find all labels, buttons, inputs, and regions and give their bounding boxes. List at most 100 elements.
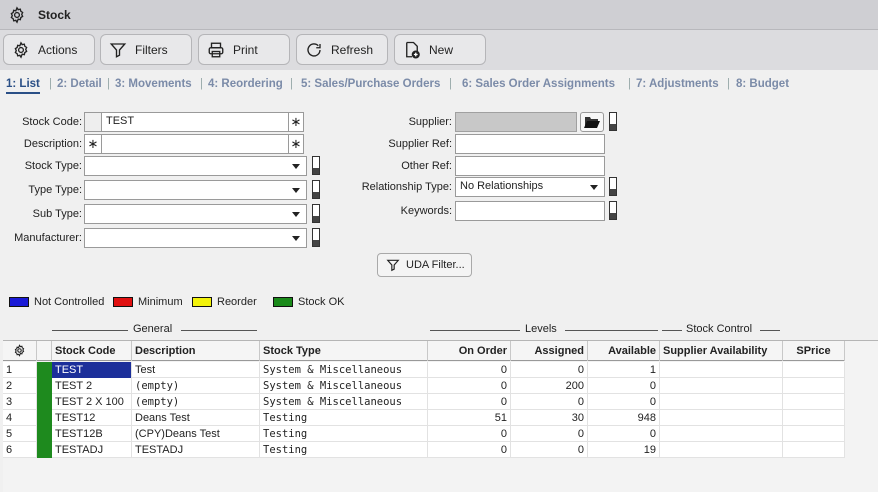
table-row[interactable]: 5 TEST12B (CPY)Deans Test Testing 0 0 0 (3, 426, 845, 442)
column-stock-code[interactable]: Stock Code (52, 341, 132, 361)
pin-toggle[interactable] (312, 228, 320, 247)
tab-reordering[interactable]: 4: Reordering (208, 78, 283, 90)
supplier-availability-cell[interactable] (660, 410, 783, 426)
tab-sales-purchase-orders[interactable]: 5: Sales/Purchase Orders (301, 78, 440, 90)
type-type-select[interactable] (84, 180, 307, 200)
print-button[interactable]: Print (198, 34, 290, 65)
manufacturer-select[interactable] (84, 228, 307, 248)
on-order-cell[interactable]: 0 (428, 378, 511, 394)
table-row[interactable]: 2 TEST 2 (empty) System & Miscellaneous … (3, 378, 845, 394)
stock-code-cell[interactable]: TEST (52, 362, 132, 378)
supplier-availability-cell[interactable] (660, 378, 783, 394)
description-input[interactable] (101, 134, 289, 154)
sub-type-select[interactable] (84, 204, 307, 224)
print-label: Print (233, 42, 258, 57)
column-settings-button[interactable] (3, 341, 37, 361)
column-assigned[interactable]: Assigned (511, 341, 588, 361)
column-stock-type[interactable]: Stock Type (260, 341, 428, 361)
description-cell[interactable]: (empty) (132, 378, 260, 394)
description-cell[interactable]: TESTADJ (132, 442, 260, 458)
on-order-cell[interactable]: 51 (428, 410, 511, 426)
stock-type-cell[interactable]: Testing (260, 410, 428, 426)
column-supplier-availability[interactable]: Supplier Availability (660, 341, 783, 361)
assigned-cell[interactable]: 0 (511, 362, 588, 378)
tab-adjustments[interactable]: 7: Adjustments (636, 78, 719, 90)
uda-filter-button[interactable]: UDA Filter... (377, 253, 472, 277)
refresh-button[interactable]: Refresh (296, 34, 388, 65)
tab-list[interactable]: 1: List (6, 78, 40, 94)
sprice-cell[interactable] (783, 410, 845, 426)
available-cell[interactable]: 19 (588, 442, 660, 458)
on-order-cell[interactable]: 0 (428, 394, 511, 410)
table-row[interactable]: 3 TEST 2 X 100 (empty) System & Miscella… (3, 394, 845, 410)
column-description[interactable]: Description (132, 341, 260, 361)
supplier-availability-cell[interactable] (660, 394, 783, 410)
pin-toggle[interactable] (609, 177, 617, 196)
new-button[interactable]: New (394, 34, 486, 65)
stock-type-cell[interactable]: Testing (260, 442, 428, 458)
stock-code-cell[interactable]: TESTADJ (52, 442, 132, 458)
sprice-cell[interactable] (783, 378, 845, 394)
sprice-cell[interactable] (783, 426, 845, 442)
relationship-type-select[interactable]: No Relationships (455, 177, 605, 197)
tab-movements[interactable]: 3: Movements (115, 78, 192, 90)
description-cell[interactable]: Deans Test (132, 410, 260, 426)
assigned-cell[interactable]: 0 (511, 426, 588, 442)
sprice-cell[interactable] (783, 394, 845, 410)
description-cell[interactable]: Test (132, 362, 260, 378)
tab-budget[interactable]: 8: Budget (736, 78, 789, 90)
stock-code-cell[interactable]: TEST12 (52, 410, 132, 426)
stock-code-cell[interactable]: TEST 2 X 100 (52, 394, 132, 410)
supplier-availability-cell[interactable] (660, 426, 783, 442)
on-order-cell[interactable]: 0 (428, 426, 511, 442)
available-cell[interactable]: 0 (588, 426, 660, 442)
column-on-order[interactable]: On Order (428, 341, 511, 361)
pin-toggle[interactable] (312, 204, 320, 223)
on-order-cell[interactable]: 0 (428, 442, 511, 458)
wildcard-toggle[interactable]: ∗ (288, 112, 304, 132)
filters-button[interactable]: Filters (100, 34, 192, 65)
pin-toggle[interactable] (312, 156, 320, 175)
pin-toggle[interactable] (312, 180, 320, 199)
sprice-cell[interactable] (783, 442, 845, 458)
description-cell[interactable]: (empty) (132, 394, 260, 410)
pin-toggle[interactable] (609, 112, 617, 131)
stock-code-cell[interactable]: TEST 2 (52, 378, 132, 394)
description-cell[interactable]: (CPY)Deans Test (132, 426, 260, 442)
keywords-input[interactable] (455, 201, 605, 221)
stock-type-cell[interactable]: System & Miscellaneous (260, 378, 428, 394)
stock-code-cell[interactable]: TEST12B (52, 426, 132, 442)
tab-detail[interactable]: 2: Detail (57, 78, 102, 90)
column-available[interactable]: Available (588, 341, 660, 361)
assigned-cell[interactable]: 30 (511, 410, 588, 426)
available-cell[interactable]: 1 (588, 362, 660, 378)
supplier-availability-cell[interactable] (660, 442, 783, 458)
stock-code-input[interactable]: TEST (101, 112, 289, 132)
supplier-availability-cell[interactable] (660, 362, 783, 378)
stock-type-cell[interactable]: System & Miscellaneous (260, 394, 428, 410)
tab-sales-order-assignments[interactable]: 6: Sales Order Assignments (462, 78, 615, 90)
table-row[interactable]: 4 TEST12 Deans Test Testing 51 30 948 (3, 410, 845, 426)
table-row[interactable]: 1 TEST Test System & Miscellaneous 0 0 1 (3, 362, 845, 378)
sprice-cell[interactable] (783, 362, 845, 378)
other-ref-input[interactable] (455, 156, 605, 176)
browse-button[interactable] (580, 112, 604, 132)
pin-toggle[interactable] (609, 201, 617, 220)
stock-type-cell[interactable]: System & Miscellaneous (260, 362, 428, 378)
available-cell[interactable]: 0 (588, 378, 660, 394)
wildcard-toggle[interactable]: ∗ (84, 134, 102, 154)
gear-icon[interactable] (8, 6, 26, 24)
assigned-cell[interactable]: 200 (511, 378, 588, 394)
assigned-cell[interactable]: 0 (511, 442, 588, 458)
supplier-ref-input[interactable] (455, 134, 605, 154)
assigned-cell[interactable]: 0 (511, 394, 588, 410)
column-sprice[interactable]: SPrice (783, 341, 845, 361)
wildcard-toggle[interactable]: ∗ (288, 134, 304, 154)
available-cell[interactable]: 948 (588, 410, 660, 426)
stock-type-cell[interactable]: Testing (260, 426, 428, 442)
on-order-cell[interactable]: 0 (428, 362, 511, 378)
actions-button[interactable]: Actions (3, 34, 95, 65)
stock-type-select[interactable] (84, 156, 307, 176)
table-row[interactable]: 6 TESTADJ TESTADJ Testing 0 0 19 (3, 442, 845, 458)
available-cell[interactable]: 0 (588, 394, 660, 410)
